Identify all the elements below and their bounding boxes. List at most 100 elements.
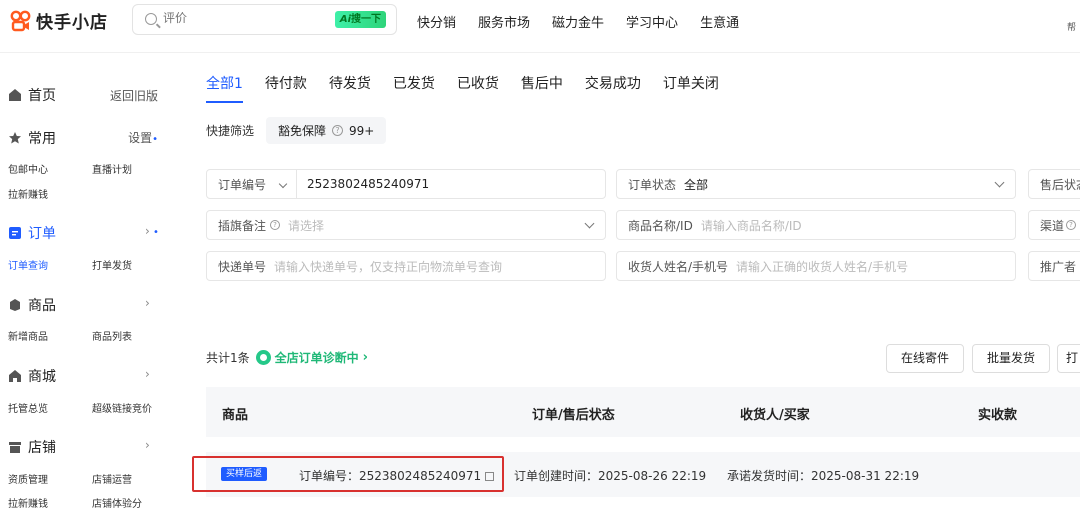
sidebar-item-goods[interactable]: 商品 (8, 295, 56, 315)
tab-pending-payment[interactable]: 待付款 (265, 73, 307, 93)
help-icon[interactable]: ? (332, 125, 344, 136)
star-icon (9, 132, 21, 144)
sidebar-link-new-goods[interactable]: 新增商品 (8, 328, 48, 343)
chevron-right-icon[interactable]: › (145, 438, 150, 452)
sidebar-link-laxin-2[interactable]: 拉新赚钱 (8, 495, 48, 510)
global-search[interactable]: Ai搜一下 (132, 4, 397, 35)
col-goods: 商品 (222, 408, 249, 423)
channel-filter[interactable]: 渠道 ? (1028, 210, 1080, 240)
tab-aftersale[interactable]: 售后中 (521, 73, 563, 93)
sidebar-item-orders[interactable]: 订单 (8, 223, 56, 243)
sidebar-mall-label: 商城 (28, 369, 56, 385)
back-old-version-link[interactable]: 返回旧版 (110, 87, 158, 104)
batch-ship-button[interactable]: 批量发货 (972, 344, 1050, 373)
order-status-filter[interactable]: 订单状态 全部 (616, 169, 1016, 199)
tab-received[interactable]: 已收货 (457, 73, 499, 93)
diagnosis-icon (255, 350, 271, 365)
sidebar-item-home[interactable]: 首页 (8, 85, 56, 105)
topnav-item-fenxiao[interactable]: 快分销 (417, 12, 456, 31)
tab-success[interactable]: 交易成功 (585, 73, 641, 93)
col-status: 订单/售后状态 (532, 408, 615, 423)
total-count: 共计1条 (206, 351, 250, 365)
top-nav: 快分销 服务市场 磁力金牛 学习中心 生意通 (417, 12, 739, 31)
aftersale-status-label: 售后状态 (1040, 177, 1080, 192)
express-filter[interactable]: 快递单号 请输入快递单号，仅支持正向物流单号查询 (206, 251, 606, 281)
settings-label: 设置 (128, 131, 153, 145)
sidebar-link-goods-list[interactable]: 商品列表 (92, 328, 132, 343)
promoter-filter[interactable]: 推广者 (1028, 251, 1080, 281)
sidebar-link-live-plan[interactable]: 直播计划 (92, 161, 132, 176)
order-tabs: 全部1 待付款 待发货 已发货 已收货 售后中 交易成功 订单关闭 (206, 73, 719, 103)
receiver-input[interactable]: 请输入正确的收货人姓名/手机号 (736, 258, 908, 275)
sidebar-item-common[interactable]: 常用 (8, 128, 56, 148)
sidebar-link-print-ship[interactable]: 打单发货 (92, 257, 132, 272)
express-input[interactable]: 请输入快递单号，仅支持正向物流单号查询 (274, 258, 502, 275)
row-created-time: 订单创建时间：2025-08-26 22:19 (514, 469, 707, 483)
sidebar: 首页 返回旧版 常用 设置• 包邮中心 直播计划 拉新赚钱 订单 › • 订单查… (0, 53, 180, 510)
sidebar-link-baoyou[interactable]: 包邮中心 (8, 161, 48, 176)
sidebar-link-hosting[interactable]: 托管总览 (8, 400, 48, 415)
chevron-down-icon[interactable] (584, 218, 595, 229)
aftersale-status-filter[interactable]: 售后状态 (1028, 169, 1080, 199)
sidebar-item-shop[interactable]: 店铺 (8, 437, 56, 457)
field-separator (296, 169, 298, 199)
sidebar-link-order-query[interactable]: 订单查询 (8, 257, 48, 272)
topnav-item-service-market[interactable]: 服务市场 (478, 12, 530, 31)
sidebar-link-shop-score[interactable]: 店铺体验分 (92, 495, 142, 510)
goods-icon (10, 299, 20, 311)
brand-name: 快手小店 (36, 13, 108, 33)
main-content: 全部1 待付款 待发货 已发货 已收货 售后中 交易成功 订单关闭 快捷筛选 豁… (180, 53, 1080, 509)
order-no-type-select[interactable]: 订单编号 (207, 176, 266, 193)
chevron-right-icon[interactable]: › (145, 367, 150, 381)
topnav-item-cili[interactable]: 磁力金牛 (552, 12, 604, 31)
brand-logo[interactable]: 快手小店 (10, 8, 108, 33)
product-input[interactable]: 请输入商品名称/ID (701, 217, 802, 234)
sidebar-link-shop-ops[interactable]: 店铺运营 (92, 471, 132, 486)
order-no-input[interactable]: 2523802485240971 (307, 177, 429, 191)
row-order-no: 订单编号：2523802485240971 (299, 467, 495, 484)
quick-filter: 快捷筛选 豁免保障 ? 99+ (206, 117, 387, 144)
print-button[interactable]: 打 (1057, 344, 1080, 373)
top-bar: 快手小店 Ai搜一下 快分销 服务市场 磁力金牛 学习中心 生意通 帮 (0, 0, 1080, 44)
promoter-label: 推广者 (1040, 259, 1077, 274)
help-link[interactable]: 帮 (1067, 20, 1076, 33)
tab-pending-ship[interactable]: 待发货 (329, 73, 371, 93)
chevron-right-icon: › (362, 350, 369, 365)
topnav-item-learning[interactable]: 学习中心 (626, 12, 678, 31)
copy-icon[interactable] (485, 472, 495, 481)
row-order-no-text: 订单编号：2523802485240971 (299, 469, 482, 483)
sidebar-orders-label: 订单 (28, 226, 56, 242)
flag-note-filter[interactable]: 插旗备注 ? 请选择 (206, 210, 606, 240)
shop-diagnosis-link[interactable]: 全店订单诊断中 › (255, 349, 369, 366)
sidebar-link-qualification[interactable]: 资质管理 (8, 471, 48, 486)
help-icon[interactable]: ? (270, 220, 281, 230)
settings-link[interactable]: 设置• (128, 129, 158, 146)
kuaishou-logo-icon (10, 10, 31, 31)
exemption-chip-count: 99+ (349, 123, 375, 138)
chevron-right-icon[interactable]: › (145, 296, 150, 310)
search-input[interactable] (163, 11, 323, 25)
tab-shipped[interactable]: 已发货 (393, 73, 435, 93)
tab-closed[interactable]: 订单关闭 (663, 73, 719, 93)
sidebar-link-laxin[interactable]: 拉新赚钱 (8, 186, 48, 201)
product-filter[interactable]: 商品名称/ID 请输入商品名称/ID (616, 210, 1016, 240)
order-status-value[interactable]: 全部 (684, 176, 708, 193)
flag-note-select[interactable]: 请选择 (288, 217, 324, 234)
sidebar-item-mall[interactable]: 商城 (8, 366, 56, 386)
ai-search-button[interactable]: Ai搜一下 (334, 11, 386, 28)
home-icon (9, 89, 21, 101)
order-no-filter[interactable]: 订单编号 2523802485240971 (206, 169, 606, 199)
sidebar-link-super-link[interactable]: 超级链接竞价 (92, 400, 152, 415)
help-icon[interactable]: ? (1066, 220, 1077, 230)
topnav-item-shengyitong[interactable]: 生意通 (700, 12, 739, 31)
chevron-down-icon[interactable] (278, 179, 288, 189)
tab-all[interactable]: 全部1 (206, 73, 243, 103)
exemption-chip[interactable]: 豁免保障 ? 99+ (266, 117, 387, 144)
online-ship-button[interactable]: 在线寄件 (886, 344, 964, 373)
chevron-right-icon[interactable]: › • (145, 224, 159, 238)
row-promise-time: 承诺发货时间：2025-08-31 22:19 (727, 469, 920, 483)
receiver-filter[interactable]: 收货人姓名/手机号 请输入正确的收货人姓名/手机号 (616, 251, 1016, 281)
flag-note-label: 插旗备注 (218, 218, 267, 233)
mall-icon (9, 370, 21, 382)
chevron-down-icon[interactable] (994, 177, 1005, 188)
